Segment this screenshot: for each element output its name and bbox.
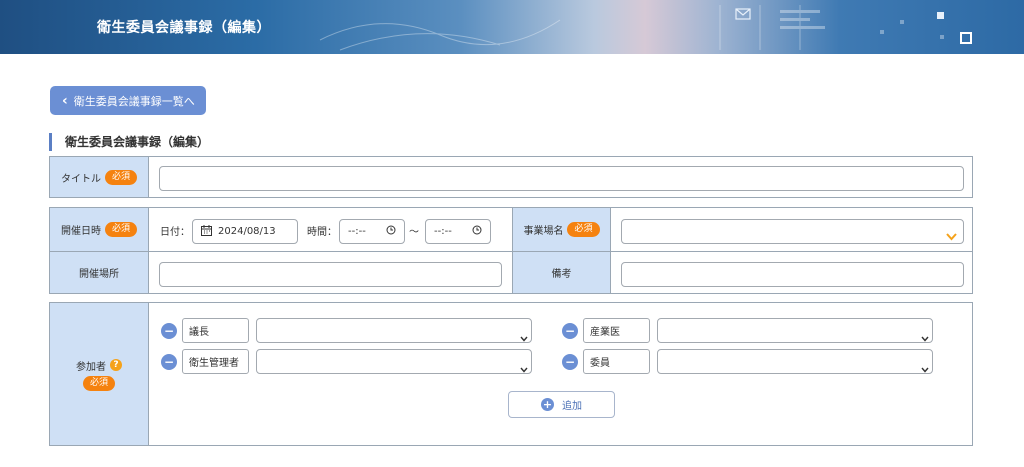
remarks-label-cell: 備考 — [512, 252, 611, 293]
title-row: タイトル 必須 — [49, 156, 973, 198]
row-divider — [50, 251, 972, 252]
location-label-cell: 開催場所 — [50, 252, 149, 293]
required-badge: 必須 — [104, 169, 137, 185]
title-label: タイトル — [60, 173, 101, 185]
location-label: 開催場所 — [79, 269, 119, 280]
time-start-value: --:-- — [348, 226, 366, 237]
chevron-left-icon: ‹ — [62, 92, 68, 109]
title-label-cell: タイトル 必須 — [50, 157, 149, 197]
time-end-input[interactable]: --:-- — [425, 219, 491, 244]
time-end-value: --:-- — [434, 226, 452, 237]
workplace-select[interactable] — [621, 219, 964, 244]
back-to-list-label: 衛生委員会議事録一覧へ — [73, 94, 195, 108]
mail-icon — [735, 8, 751, 23]
back-to-list-button[interactable]: ‹ 衛生委員会議事録一覧へ — [50, 86, 206, 115]
date-prefix: 日付： — [160, 226, 190, 238]
remove-participant-button[interactable]: − — [161, 354, 177, 370]
help-icon[interactable]: ? — [110, 359, 122, 371]
clock-icon — [472, 225, 482, 238]
time-range-separator: 〜 — [409, 226, 419, 238]
participants-label-row: 参加者 ? — [76, 358, 122, 373]
participants-block: 参加者 ? 必須 − 議長 − 産業医 − 衛生管理者 − 委員 + 追加 — [49, 302, 973, 446]
datetime-label: 開催日時 — [60, 226, 101, 237]
plus-icon: + — [541, 398, 554, 411]
clock-icon — [386, 225, 396, 238]
add-participant-button[interactable]: + 追加 — [508, 391, 615, 418]
participant-select[interactable] — [657, 349, 933, 374]
chevron-down-icon — [520, 327, 528, 346]
date-input[interactable]: 2024/08/13 — [192, 219, 298, 244]
page-header-title: 衛生委員会議事録（編集） — [97, 20, 271, 36]
workplace-label-cell: 事業場名 必須 — [512, 208, 611, 251]
remarks-label: 備考 — [551, 269, 572, 280]
dot-icon — [936, 10, 946, 24]
header-decoration — [319, 5, 944, 51]
remove-participant-button[interactable]: − — [161, 323, 177, 339]
date-value: 2024/08/13 — [218, 226, 276, 237]
participant-select[interactable] — [256, 318, 532, 343]
remarks-input[interactable] — [621, 262, 964, 287]
remove-participant-button[interactable]: − — [562, 323, 578, 339]
chevron-down-icon — [921, 358, 929, 377]
participant-select[interactable] — [256, 349, 532, 374]
add-participant-label: 追加 — [562, 401, 582, 412]
time-start-input[interactable]: --:-- — [339, 219, 405, 244]
role-field[interactable]: 議長 — [182, 318, 249, 343]
required-badge: 必須 — [82, 375, 115, 391]
participants-label-cell: 参加者 ? 必須 — [50, 303, 149, 445]
section-title: 衛生委員会議事録（編集） — [49, 133, 209, 151]
role-field[interactable]: 衛生管理者 — [182, 349, 249, 374]
square-icon — [960, 32, 974, 49]
required-badge: 必須 — [104, 222, 137, 237]
header-banner: 衛生委員会議事録（編集） — [0, 0, 1024, 54]
datetime-label-cell: 開催日時 必須 — [50, 208, 149, 251]
time-prefix: 時間： — [307, 226, 337, 238]
role-field[interactable]: 産業医 — [583, 318, 650, 343]
meeting-info-block: 開催日時 必須 日付： 2024/08/13 時間： --:-- 〜 --:--… — [49, 207, 973, 294]
workplace-label: 事業場名 — [523, 226, 564, 237]
participants-label: 参加者 — [76, 361, 106, 373]
chevron-down-icon — [520, 358, 528, 377]
participant-select[interactable] — [657, 318, 933, 343]
chevron-down-icon — [946, 226, 957, 245]
remove-participant-button[interactable]: − — [562, 354, 578, 370]
title-input[interactable] — [159, 166, 964, 191]
required-badge: 必須 — [567, 222, 600, 237]
chevron-down-icon — [921, 327, 929, 346]
role-field[interactable]: 委員 — [583, 349, 650, 374]
location-input[interactable] — [159, 262, 502, 287]
calendar-icon — [201, 224, 212, 239]
